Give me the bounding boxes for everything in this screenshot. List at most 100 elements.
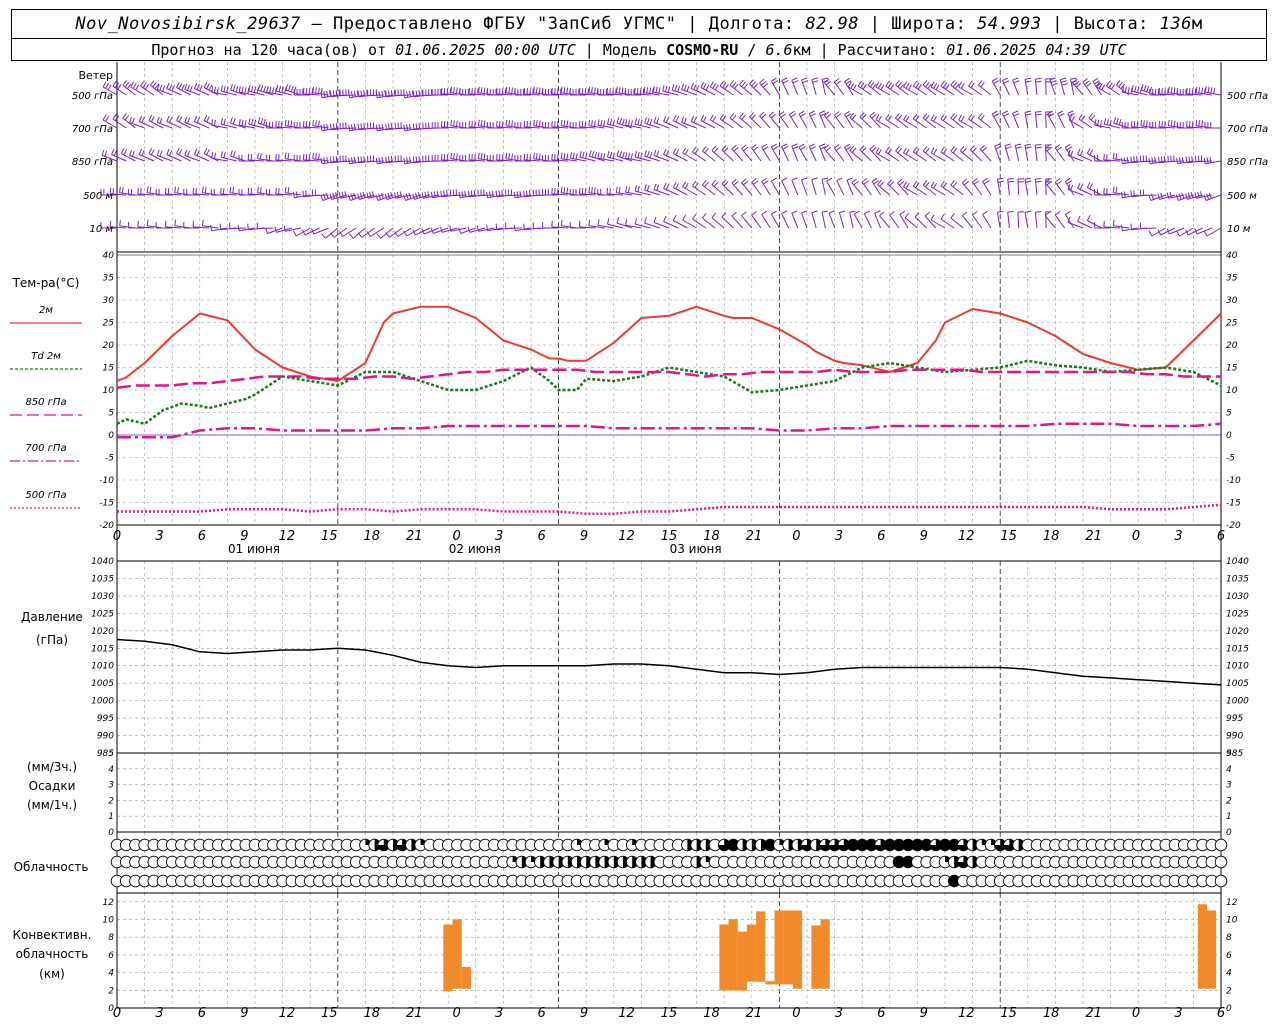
wind-barb-flag xyxy=(164,187,167,194)
wind-barb-flag xyxy=(665,149,670,156)
wind-barb xyxy=(348,156,366,165)
wind-barb-flag xyxy=(801,177,808,181)
wind-barb-flag xyxy=(418,90,421,97)
wind-barb-shaft xyxy=(1064,147,1075,162)
wind-barb-flag xyxy=(663,148,667,155)
wind-barb-flag xyxy=(102,114,107,121)
wind-barb-flag xyxy=(241,86,244,93)
wind-barb-flag xyxy=(388,156,390,163)
wind-barb-flag xyxy=(702,116,707,123)
wind-barb-flag xyxy=(403,157,406,164)
wind-barb-flag xyxy=(851,147,857,153)
wind-barb xyxy=(285,84,302,96)
y-tick-label-right: 1030 xyxy=(1226,592,1249,602)
wind-barb-flag xyxy=(146,186,149,193)
y-tick-label-left: 1 xyxy=(108,812,114,822)
wind-barb-flag xyxy=(257,152,259,159)
y-tick-label-right: -15 xyxy=(1226,499,1241,509)
wind-barb xyxy=(1057,110,1066,129)
wind-barb-flag xyxy=(330,123,332,130)
wind-barb-flag xyxy=(192,187,194,194)
wind-barb xyxy=(137,187,154,196)
wind-barb xyxy=(833,111,845,129)
wind-barb-flag xyxy=(674,85,678,92)
wind-barb-flag xyxy=(739,112,744,119)
wind-barb-flag xyxy=(603,153,606,160)
wind-barb-flag xyxy=(162,85,166,92)
wind-barb xyxy=(759,111,771,129)
wind-barb xyxy=(1049,77,1058,96)
conv-cloud-bar xyxy=(737,931,747,991)
wind-barb xyxy=(468,153,486,162)
wind-barb-flag xyxy=(1054,211,1061,216)
wind-barb-flag xyxy=(743,83,749,89)
wind-barb xyxy=(348,123,366,132)
wind-barb-flag xyxy=(644,184,647,191)
wind-barb-flag xyxy=(762,83,769,88)
wind-barb-flag xyxy=(950,113,955,119)
wind-barb xyxy=(836,177,845,196)
wind-barb-flag xyxy=(649,87,651,94)
wind-barb-flag xyxy=(981,146,988,152)
wind-barb-flag xyxy=(1126,156,1129,163)
wind-barb-flag xyxy=(628,152,630,159)
wind-barb-flag xyxy=(1106,80,1111,87)
wind-barb xyxy=(440,87,458,96)
wind-barb-flag xyxy=(1070,150,1074,157)
wind-barb-flag xyxy=(874,210,881,214)
wind-barb-shaft xyxy=(211,124,228,129)
wind-barb-flag xyxy=(791,77,798,81)
wind-barb-flag xyxy=(625,119,628,126)
wind-barb xyxy=(991,77,1001,96)
y-tick-label-left: -5 xyxy=(105,454,114,464)
wind-barb xyxy=(1140,84,1157,96)
time-tick-label: 15 xyxy=(321,1006,338,1021)
wind-barb xyxy=(971,178,983,196)
wind-barb-flag xyxy=(1178,193,1182,200)
wind-barb-flag xyxy=(1024,177,1031,180)
wind-barb-flag xyxy=(1160,192,1163,199)
y-tick-label-right: -20 xyxy=(1226,521,1241,531)
wind-barb-flag xyxy=(690,82,695,89)
wind-barb xyxy=(1140,119,1157,129)
wind-barb-flag xyxy=(1013,80,1020,84)
wind-barb-flag xyxy=(782,80,789,84)
conv-cloud-bar xyxy=(746,924,757,982)
wind-barb-flag xyxy=(1151,157,1154,164)
wind-barb-shaft xyxy=(770,213,780,229)
wind-barb-flag xyxy=(978,113,983,119)
wind-barb-flag xyxy=(625,152,628,159)
wind-barb-flag xyxy=(178,83,183,90)
wind-barb-shaft xyxy=(811,179,817,196)
wind-barb-flag xyxy=(861,178,868,183)
wind-barb-flag xyxy=(770,113,776,119)
wind-barb-flag xyxy=(1130,190,1132,197)
wind-barb-flag xyxy=(321,233,326,239)
wind-barb-flag xyxy=(801,77,808,81)
wind-barb-flag xyxy=(508,87,511,94)
wind-barb-flag xyxy=(1127,87,1130,94)
wind-barb-flag xyxy=(1123,191,1126,198)
wind-barb-flag xyxy=(1101,84,1106,91)
wind-barb-shaft xyxy=(979,148,992,162)
wind-barb-flag xyxy=(950,80,955,86)
wind-barb-flag xyxy=(152,81,157,88)
wind-level-label-right: 850 гПа xyxy=(1227,157,1268,168)
wind-barb-shaft xyxy=(791,180,799,196)
wind-barb-shaft xyxy=(1054,147,1066,162)
wind-barb-flag xyxy=(952,81,958,88)
wind-barb-flag xyxy=(905,82,910,89)
wind-barb-flag xyxy=(290,120,293,127)
wind-barb-flag xyxy=(930,147,935,154)
wind-barb-flag xyxy=(834,78,840,83)
wind-barb xyxy=(375,123,394,132)
wind-barb-shaft xyxy=(903,152,918,162)
wind-barb-flag xyxy=(495,223,498,230)
time-tick-label: 21 xyxy=(746,1006,763,1021)
wind-barb-flag xyxy=(615,86,618,93)
wind-barb-flag xyxy=(940,80,945,87)
wind-barb xyxy=(950,213,964,229)
wind-barb-flag xyxy=(1067,110,1074,114)
wind-barb-shaft xyxy=(721,149,734,162)
wind-barb-flag xyxy=(1115,153,1118,160)
